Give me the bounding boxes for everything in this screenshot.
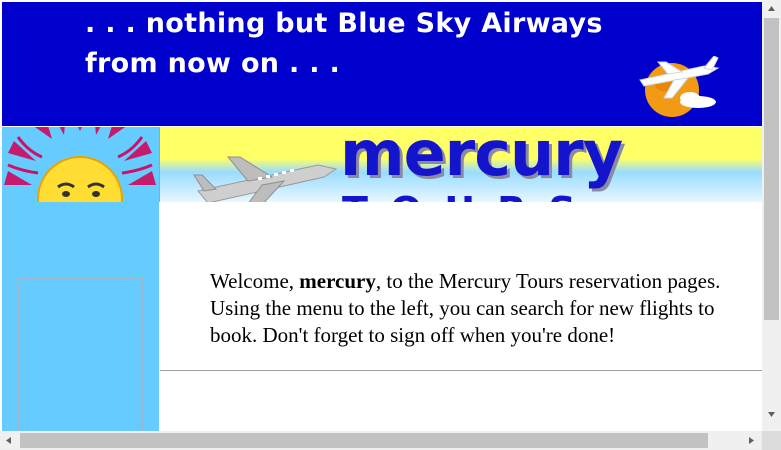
sun-logo-panel [2,127,160,202]
horizontal-scrollbar[interactable] [0,431,762,450]
top-banner: . . . nothing but Blue Sky Airways from … [2,2,762,126]
horizontal-scroll-thumb[interactable] [20,433,708,448]
tours-logo-text: TOURS [342,189,598,202]
vertical-scrollbar[interactable] [762,0,781,431]
scroll-right-arrow-icon[interactable] [743,431,760,450]
banner-slogan-line-1: . . . nothing but Blue Sky Airways [85,8,603,39]
globe-plane-icon [639,56,720,117]
sidebar-menu-box [18,278,143,431]
scroll-up-arrow-icon[interactable] [762,0,781,17]
vertical-scroll-thumb[interactable] [764,18,779,320]
scroll-down-arrow-icon[interactable] [762,406,781,423]
mercury-logo-panel: mercury TOURS [160,127,762,202]
scroll-left-arrow-icon[interactable] [0,431,17,450]
welcome-username: mercury [299,269,376,293]
left-sidebar [2,202,159,431]
airplane-icon [193,156,338,202]
page-viewport: . . . nothing but Blue Sky Airways from … [0,0,762,431]
welcome-message: Welcome, mercury, to the Mercury Tours r… [210,268,750,349]
welcome-section: Welcome, mercury, to the Mercury Tours r… [160,202,762,371]
sun-icon [4,127,156,202]
scrollbar-corner [762,431,781,450]
banner-slogan-line-2: from now on . . . [85,48,341,79]
welcome-prefix: Welcome, [210,269,300,293]
mercury-logo-text: mercury [340,127,623,190]
